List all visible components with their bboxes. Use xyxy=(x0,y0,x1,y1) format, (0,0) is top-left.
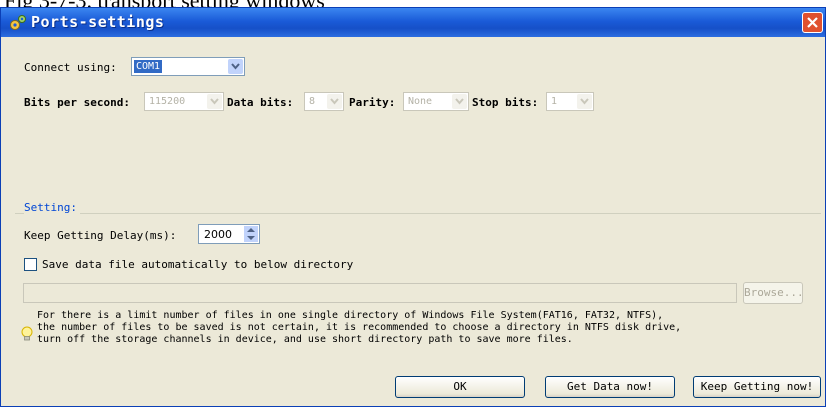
close-button[interactable] xyxy=(802,12,823,33)
spinner-arrows-icon[interactable] xyxy=(244,226,258,242)
browse-button[interactable]: Browse... xyxy=(743,282,804,304)
stop-bits-select[interactable]: 1 xyxy=(546,92,594,111)
parity-label: Parity: xyxy=(349,96,396,109)
chevron-down-icon[interactable] xyxy=(327,94,342,109)
data-bits-value: 8 xyxy=(309,96,316,107)
keep-getting-delay-label: Keep Getting Delay(ms): xyxy=(24,229,177,242)
bits-per-second-select[interactable]: 115200 xyxy=(144,92,224,111)
keep-getting-delay-value: 2000 xyxy=(204,228,232,241)
directory-path-field[interactable] xyxy=(23,283,737,303)
setting-group-label: Setting: xyxy=(24,201,80,214)
note-line-2: the number of files to be saved is not c… xyxy=(37,322,682,333)
connect-using-value: COM1 xyxy=(134,60,163,73)
ok-button[interactable]: OK xyxy=(395,376,525,398)
stop-bits-value: 1 xyxy=(551,96,558,107)
connect-using-label: Connect using: xyxy=(24,61,117,74)
note-line-3: turn off the storage channels in device,… xyxy=(37,334,573,345)
parity-value: None xyxy=(408,96,433,107)
lightbulb-icon xyxy=(21,326,33,346)
parity-select[interactable]: None xyxy=(403,92,469,111)
stop-bits-label: Stop bits: xyxy=(472,96,539,109)
close-icon xyxy=(807,17,818,28)
window-title: Ports-settings xyxy=(31,13,165,31)
note-line-1: For there is a limit number of files in … xyxy=(37,310,664,321)
save-data-checkbox[interactable] xyxy=(24,258,37,271)
gear-icon xyxy=(9,14,27,32)
data-bits-label: Data bits: xyxy=(227,96,294,109)
chevron-down-icon[interactable] xyxy=(452,94,467,109)
chevron-down-icon[interactable] xyxy=(577,94,592,109)
get-data-now-button[interactable]: Get Data now! xyxy=(545,376,675,398)
chevron-down-icon[interactable] xyxy=(207,94,222,109)
bits-per-second-label: Bits per second: xyxy=(24,96,130,109)
save-data-checkbox-label: Save data file automatically to below di… xyxy=(42,258,354,271)
bits-per-second-value: 115200 xyxy=(149,96,186,107)
storage-note: For there is a limit number of files in … xyxy=(37,310,681,346)
keep-getting-now-button[interactable]: Keep Getting now! xyxy=(693,376,821,398)
ports-settings-dialog: Ports-settings Connect using: COM1 Bits … xyxy=(0,7,826,407)
connect-using-select[interactable]: COM1 xyxy=(131,57,245,76)
setting-group-border xyxy=(15,213,821,214)
title-bar[interactable]: Ports-settings xyxy=(1,8,825,37)
data-bits-select[interactable]: 8 xyxy=(304,92,344,111)
chevron-down-icon[interactable] xyxy=(228,59,243,74)
keep-getting-delay-input[interactable]: 2000 xyxy=(198,224,260,244)
